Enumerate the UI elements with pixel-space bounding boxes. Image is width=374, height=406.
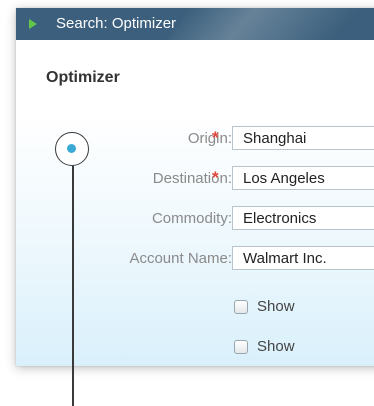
show-checkbox-1-label: Show — [257, 298, 295, 315]
panel-titlebar: Search: Optimizer — [16, 8, 374, 40]
origin-field[interactable]: Shanghai — [232, 126, 374, 150]
show-checkbox-2[interactable]: Show — [234, 338, 374, 358]
show-checkbox-1[interactable]: Show — [234, 298, 374, 318]
account-name-row: Account Name: Walmart Inc. — [0, 246, 374, 272]
checkbox-icon[interactable] — [234, 340, 248, 354]
show-checkbox-2-label: Show — [257, 338, 295, 355]
callout-leader-line — [72, 166, 74, 406]
section-heading: Optimizer — [46, 69, 120, 86]
commodity-field[interactable]: Electronics — [232, 206, 374, 230]
screen: Search: Optimizer Optimizer Origin: * Sh… — [0, 0, 374, 406]
destination-label: Destination: — [152, 170, 232, 187]
destination-field[interactable]: Los Angeles — [232, 166, 374, 190]
panel-title: Search: Optimizer — [56, 15, 177, 32]
checkbox-icon[interactable] — [234, 300, 248, 314]
origin-label: Origin: — [187, 130, 232, 147]
titlebar-sheen — [147, 8, 374, 40]
callout-marker-icon — [55, 132, 89, 166]
account-name-label: Account Name: — [129, 250, 232, 267]
origin-required-marker: * — [212, 128, 219, 147]
destination-row: Destination: * Los Angeles — [0, 166, 374, 192]
marker-dot — [67, 144, 76, 153]
account-name-field[interactable]: Walmart Inc. — [232, 246, 374, 270]
destination-required-marker: * — [212, 168, 219, 187]
commodity-label: Commodity: — [151, 210, 232, 227]
commodity-row: Commodity: Electronics — [0, 206, 374, 232]
play-arrow-icon — [29, 19, 37, 29]
